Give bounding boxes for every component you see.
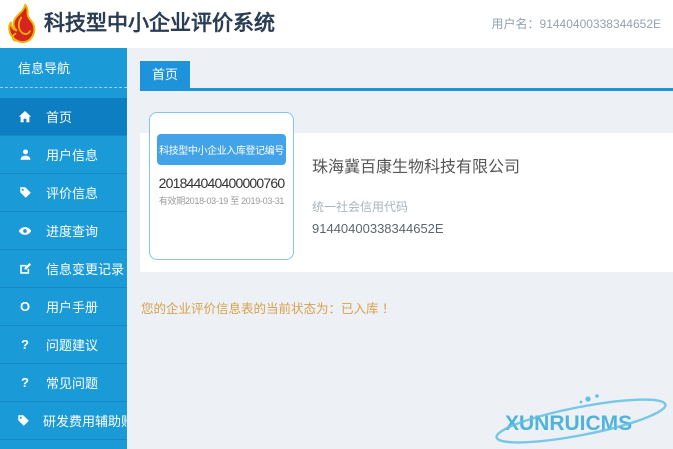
tag-icon [17, 414, 30, 427]
sidebar-spacer [0, 88, 127, 98]
status-message: 您的企业评价信息表的当前状态为：已入库 ！ [141, 298, 394, 317]
sidebar-item-label: 用户手册 [46, 297, 98, 316]
tab-home[interactable]: 首页 [140, 61, 190, 88]
header-username: 用户名：91440400338344652E [492, 0, 661, 48]
question-icon: ? [17, 375, 33, 390]
credit-code-value: 91440400338344652E [312, 221, 520, 236]
sidebar-item-label: 信息变更记录 [46, 259, 124, 278]
tab-underline [140, 88, 673, 91]
sidebar-item-suggestions[interactable]: ? 问题建议 [0, 326, 127, 364]
sidebar-item-user-info[interactable]: 用户信息 [0, 136, 127, 174]
tag-icon [17, 186, 33, 199]
username-label: 用户名： [492, 17, 540, 31]
registration-card: 科技型中小企业入库登记编号 201844040400000760 有效期2018… [149, 112, 294, 260]
home-icon [17, 110, 33, 124]
sidebar-item-faq[interactable]: ? 常见问题 [0, 364, 127, 402]
orbit-ellipse-icon [484, 390, 669, 447]
sidebar-menu: 首页 用户信息 评价信息 进度查询 信息变更记录 O 用户手册 ? 问题建议 ?… [0, 98, 127, 440]
sidebar-item-change-records[interactable]: 信息变更记录 [0, 250, 127, 288]
sidebar-item-label: 首页 [46, 107, 72, 126]
main-content: 首页 科技型中小企业入库登记编号 201844040400000760 有效期2… [127, 48, 673, 449]
sidebar-item-label: 评价信息 [46, 183, 98, 202]
watermark-xunruicms: XUNRUICMS [484, 390, 669, 447]
app-header: 科技型中小企业评价系统 用户名：91440400338344652E [0, 0, 673, 48]
question-icon: ? [17, 337, 33, 352]
edit-icon [17, 262, 33, 275]
sidebar-item-home[interactable]: 首页 [0, 98, 127, 136]
sidebar-item-label: 常见问题 [46, 373, 98, 392]
sidebar-item-label: 用户信息 [46, 145, 98, 164]
username-value: 91440400338344652E [540, 17, 661, 31]
sidebar-title: 信息导航 [0, 48, 127, 88]
sidebar-nav: 信息导航 首页 用户信息 评价信息 进度查询 信息变更记录 O 用户手册 ? 问… [0, 48, 127, 449]
manual-icon: O [17, 299, 33, 314]
validity-period: 有效期2018-03-19 至 2019-03-31 [150, 194, 293, 207]
registration-number: 201844040400000760 [150, 175, 293, 191]
sidebar-item-label: 进度查询 [46, 221, 98, 240]
company-name: 珠海冀百康生物科技有限公司 [312, 153, 520, 177]
sidebar-item-label: 研发费用辅助账 [43, 411, 134, 430]
sidebar-item-progress-query[interactable]: 进度查询 [0, 212, 127, 250]
sidebar-item-evaluation-info[interactable]: 评价信息 [0, 174, 127, 212]
registration-badge: 科技型中小企业入库登记编号 [157, 134, 286, 165]
sidebar-item-label: 问题建议 [46, 335, 98, 354]
credit-code-label: 统一社会信用代码 [312, 198, 520, 215]
sidebar-item-rd-expense-ledger[interactable]: 研发费用辅助账 [0, 402, 127, 440]
user-icon [17, 148, 33, 161]
company-info: 珠海冀百康生物科技有限公司 统一社会信用代码 91440400338344652… [312, 153, 520, 236]
app-title: 科技型中小企业评价系统 [44, 0, 275, 48]
flame-logo-icon [6, 3, 38, 45]
sidebar-item-user-manual[interactable]: O 用户手册 [0, 288, 127, 326]
eye-icon [17, 224, 33, 238]
